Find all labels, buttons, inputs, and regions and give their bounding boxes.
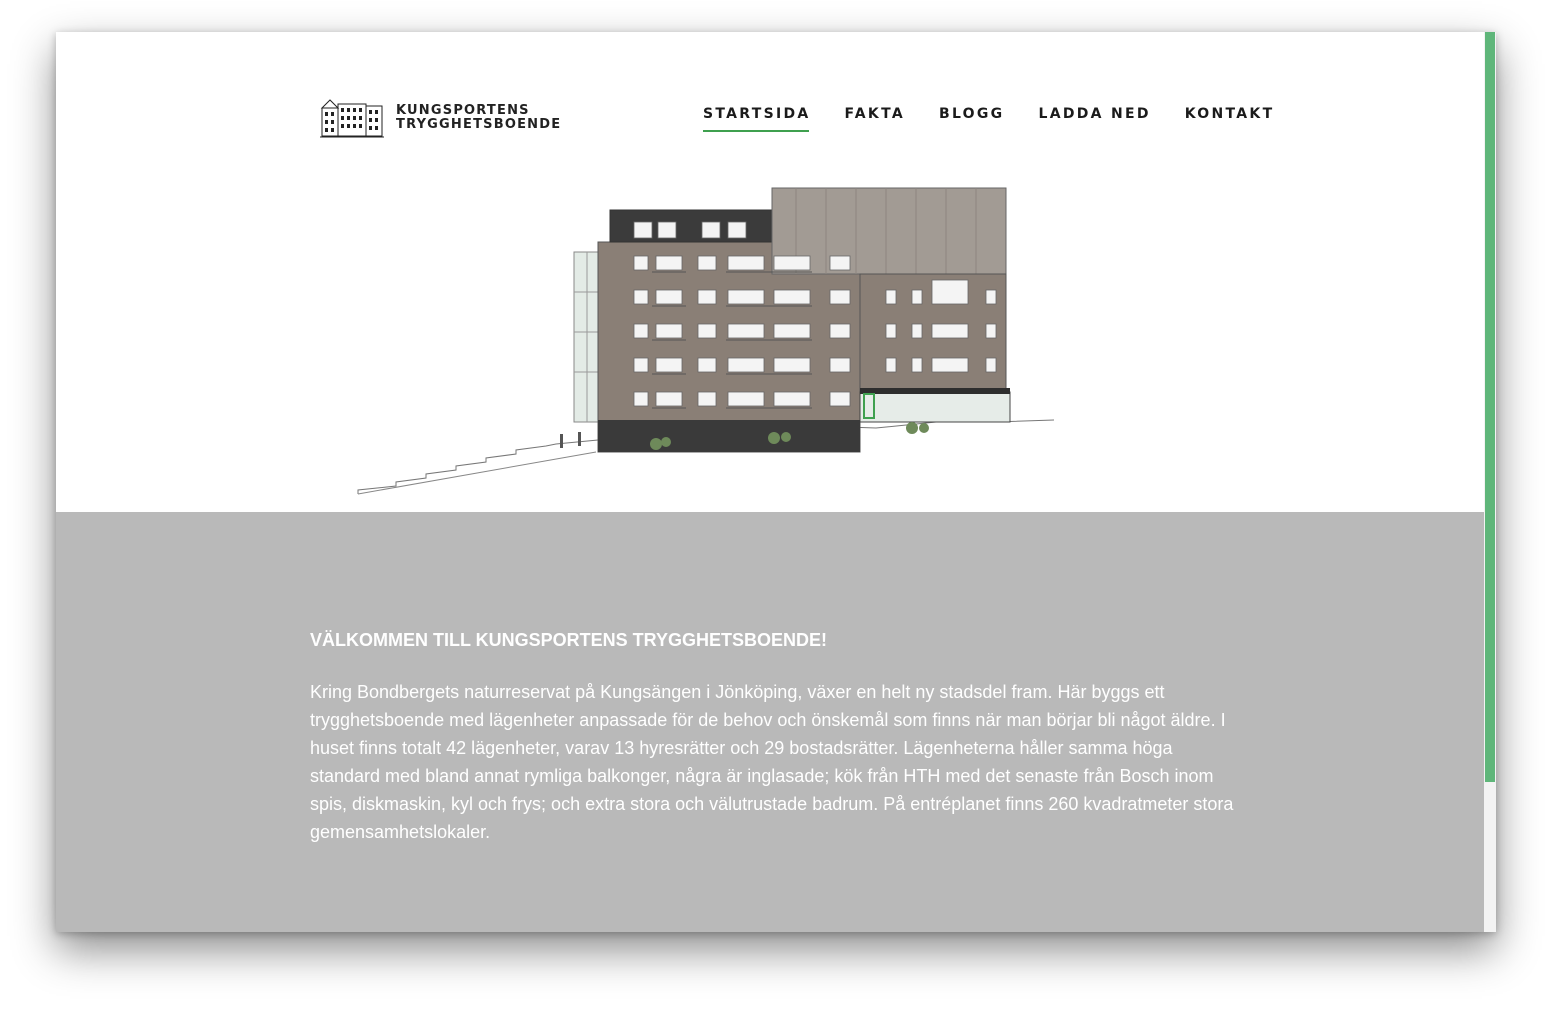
nav-item-blogg[interactable]: BLOGG [939,106,1004,132]
main-nav: STARTSIDA FAKTA BLOGG LADDA NED KONTAKT [703,106,1308,132]
scrollbar-thumb[interactable] [1485,32,1495,782]
building-logo-icon [320,99,384,138]
scrollbar[interactable] [1484,32,1496,932]
nav-item-startsida[interactable]: STARTSIDA [703,106,811,132]
logo-line-1: KUNGSPORTENS [396,103,530,118]
logo-text: KUNGSPORTENS TRYGGHETSBOENDE [396,104,561,132]
hero-building-illustration [357,187,1055,495]
site-header: KUNGSPORTENS TRYGGHETSBOENDE STARTSIDA F… [56,32,1484,512]
welcome-section: VÄLKOMMEN TILL KUNGSPORTENS TRYGGHETSBOE… [56,512,1484,932]
welcome-text: Kring Bondbergets naturreservat på Kungs… [310,682,1234,842]
nav-item-kontakt[interactable]: KONTAKT [1185,106,1275,132]
nav-item-ladda-ned[interactable]: LADDA NED [1038,106,1150,132]
logo-line-2: TRYGGHETSBOENDE [396,117,562,132]
browser-window: KUNGSPORTENS TRYGGHETSBOENDE STARTSIDA F… [56,32,1496,932]
nav-item-fakta[interactable]: FAKTA [845,106,905,132]
welcome-title: VÄLKOMMEN TILL KUNGSPORTENS TRYGGHETSBOE… [310,630,828,651]
site-logo[interactable]: KUNGSPORTENS TRYGGHETSBOENDE [320,96,561,140]
